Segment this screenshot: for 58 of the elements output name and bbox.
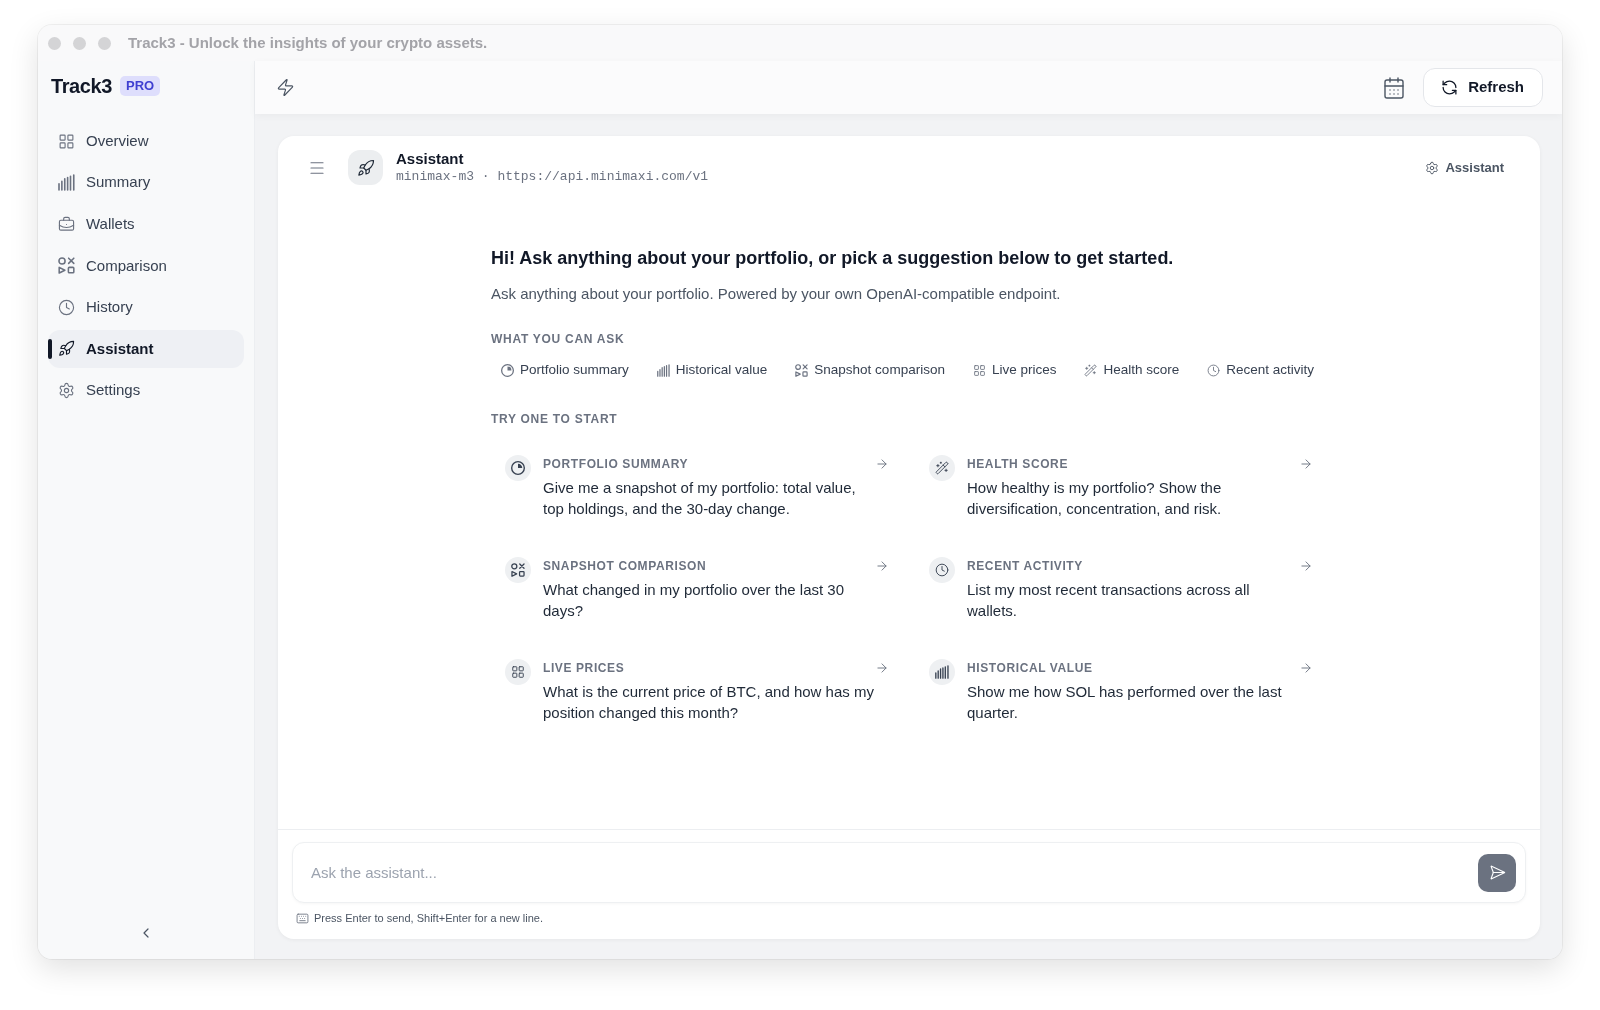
welcome-heading: Hi! Ask anything about your portfolio, or pick a suggestion below to get started. bbox=[491, 247, 1175, 270]
panel-subtitle: minimax-m3 · https://api.minimaxi.com/v1 bbox=[396, 168, 709, 186]
send-icon bbox=[1488, 864, 1506, 881]
sidebar-item[interactable]: Settings bbox=[48, 371, 244, 410]
active-indicator bbox=[48, 338, 52, 359]
bar-chart-icon bbox=[656, 363, 670, 377]
arrow-icon bbox=[875, 559, 889, 573]
plan-badge: PRO bbox=[120, 76, 161, 96]
capability-label: Portfolio summary bbox=[520, 360, 629, 379]
rocket-icon bbox=[58, 340, 75, 358]
clock-icon bbox=[58, 298, 75, 316]
bar-chart-icon bbox=[58, 174, 75, 192]
capability-label: Live prices bbox=[991, 360, 1057, 379]
rocket-icon bbox=[348, 150, 383, 185]
arrow-icon bbox=[875, 661, 889, 675]
send-button[interactable] bbox=[1478, 853, 1516, 892]
capability-label: Snapshot comparison bbox=[814, 360, 945, 379]
welcome-text: Ask anything about your portfolio. Powered by your own OpenAI-compatible endpoint. bbox=[491, 284, 1062, 304]
panel-title: Assistant bbox=[396, 149, 465, 168]
message-input[interactable]: Ask the assistant... bbox=[311, 852, 1468, 893]
grid-icon bbox=[58, 132, 75, 150]
shapes-icon bbox=[58, 257, 75, 275]
sidebar-item[interactable]: History bbox=[48, 288, 244, 327]
arrow-icon bbox=[875, 457, 889, 471]
settings-icon bbox=[1425, 160, 1440, 175]
input-hint: Press Enter to send, Shift+Enter for a new line. bbox=[314, 911, 543, 925]
sidebar-item[interactable]: Comparison bbox=[48, 246, 244, 285]
magic-wand-icon bbox=[929, 455, 955, 481]
app-logo: Track3 bbox=[51, 74, 112, 98]
clock-icon bbox=[1207, 363, 1221, 377]
calendar-icon[interactable] bbox=[1382, 75, 1407, 100]
capability-label: Historical value bbox=[675, 360, 768, 379]
assistant-settings-link[interactable]: Assistant bbox=[1425, 157, 1504, 178]
sidebar-item[interactable]: Wallets bbox=[48, 205, 244, 244]
refresh-icon bbox=[1441, 79, 1459, 96]
message-field[interactable]: Ask the assistant... bbox=[292, 842, 1526, 903]
sidebar-item[interactable]: Overview bbox=[48, 122, 244, 160]
capability-label: Health score bbox=[1103, 360, 1180, 379]
sidebar-item[interactable]: Summary bbox=[48, 163, 244, 202]
capability-label: Recent activity bbox=[1226, 360, 1315, 379]
section-label: TRY ONE TO START bbox=[491, 411, 619, 427]
shapes-icon bbox=[505, 557, 531, 583]
section-label: WHAT YOU CAN ASK bbox=[491, 331, 626, 347]
keyboard-icon bbox=[296, 911, 309, 925]
grid-icon bbox=[505, 659, 531, 685]
window-title: Track3 - Unlock the insights of your crypto assets. bbox=[128, 32, 488, 53]
lightning-icon[interactable] bbox=[276, 78, 295, 97]
briefcase-icon bbox=[58, 215, 75, 233]
shapes-icon bbox=[795, 363, 809, 377]
grid-icon bbox=[972, 363, 986, 377]
settings-icon bbox=[58, 382, 75, 400]
sidebar-item[interactable]: Assistant bbox=[48, 329, 244, 368]
pie-chart-icon bbox=[505, 455, 531, 481]
magic-wand-icon bbox=[1084, 363, 1098, 377]
bar-chart-icon bbox=[929, 659, 955, 685]
pie-chart-icon bbox=[501, 363, 514, 377]
refresh-button[interactable]: Refresh bbox=[1423, 68, 1543, 107]
clock-icon bbox=[929, 557, 955, 583]
